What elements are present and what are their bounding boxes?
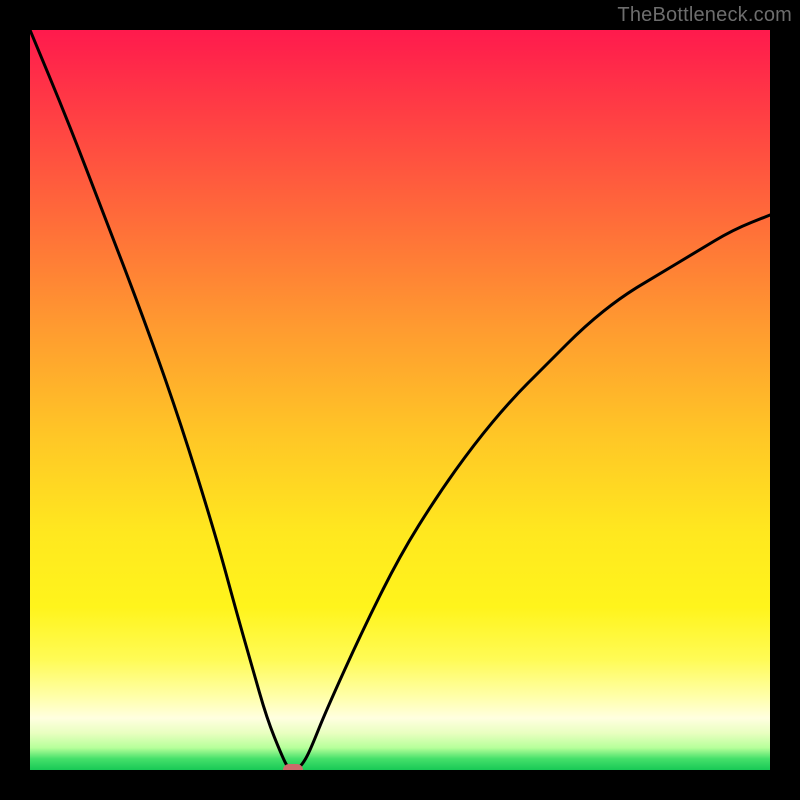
bottleneck-curve — [30, 30, 770, 770]
plot-area — [30, 30, 770, 770]
chart-frame: TheBottleneck.com — [0, 0, 800, 800]
watermark-text: TheBottleneck.com — [617, 4, 792, 27]
curve-layer — [30, 30, 770, 770]
optimum-marker — [283, 764, 303, 770]
